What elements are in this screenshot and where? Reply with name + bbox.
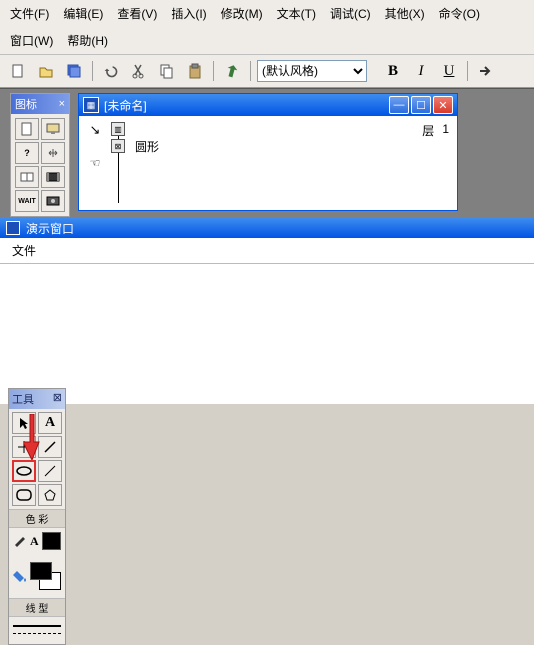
maximize-button[interactable]: ☐ [411, 96, 431, 114]
fill-color-swatch[interactable] [30, 562, 52, 580]
document-icon: ▦ [83, 97, 99, 113]
menubar: 文件(F) 编辑(E) 查看(V) 插入(I) 修改(M) 文本(T) 调试(C… [0, 0, 534, 55]
demo-canvas [0, 264, 534, 404]
paste-icon[interactable] [183, 59, 207, 83]
demo-title: 演示窗口 [26, 220, 74, 237]
undo-icon[interactable] [99, 59, 123, 83]
bold-button[interactable]: B [381, 59, 405, 83]
workspace: 图标 × ? WAIT ▦ [未命名] — ☐ ✕ ↘ [0, 88, 534, 218]
minimize-button[interactable]: — [389, 96, 409, 114]
tools-title-text: 工具 [12, 391, 34, 407]
menu-debug[interactable]: 调试(C) [326, 3, 375, 24]
separator [92, 61, 93, 81]
panel-btn-wait-icon[interactable]: WAIT [15, 190, 39, 212]
polygon-tool[interactable] [38, 484, 62, 506]
icon-panel-titlebar[interactable]: 图标 × [11, 94, 69, 114]
panel-btn-display-icon[interactable] [41, 118, 65, 140]
tools-titlebar[interactable]: 工具 ⊠ [9, 389, 65, 409]
layer-indicator: 层 1 [422, 122, 449, 139]
arrow-right-icon[interactable] [474, 59, 498, 83]
menu-edit[interactable]: 编辑(E) [59, 3, 107, 24]
document-title: [未命名] [104, 97, 389, 114]
layer-number: 1 [442, 122, 449, 139]
new-icon[interactable] [6, 59, 30, 83]
menu-file[interactable]: 文件(F) [6, 3, 53, 24]
icon-panel-title-text: 图标 [15, 96, 37, 112]
panel-close-icon[interactable]: × [59, 98, 65, 110]
line-section-label: 线 型 [9, 598, 65, 617]
flow-line [118, 153, 119, 203]
layer-label: 层 [422, 122, 434, 139]
panel-btn-doc-icon[interactable] [15, 118, 39, 140]
flow-shape-node[interactable]: ⊠ [111, 139, 125, 153]
menu-view[interactable]: 查看(V) [113, 3, 161, 24]
stroke-color-swatch[interactable] [42, 532, 61, 550]
italic-button[interactable]: I [409, 59, 433, 83]
document-body: ↘ ☜ ▥ ⊠ 圆形 层 1 [79, 116, 457, 210]
panel-btn-media-icon[interactable] [41, 190, 65, 212]
panel-btn-arrows-icon[interactable] [41, 142, 65, 164]
demo-window: 演示窗口 文件 [0, 218, 534, 404]
close-button[interactable]: ✕ [433, 96, 453, 114]
run-icon[interactable] [220, 59, 244, 83]
save-all-icon[interactable] [62, 59, 86, 83]
menu-insert[interactable]: 插入(I) [167, 3, 210, 24]
icon-panel: 图标 × ? WAIT [10, 93, 70, 217]
style-select[interactable]: (默认风格) [257, 60, 367, 82]
underline-button[interactable]: U [437, 59, 461, 83]
pointer-tool[interactable] [12, 412, 36, 434]
demo-icon [6, 221, 20, 235]
crosshair-tool[interactable] [12, 436, 36, 458]
document-window: ▦ [未命名] — ☐ ✕ ↘ ☜ ▥ ⊠ 圆形 层 1 [78, 93, 458, 211]
shape-label: 圆形 [135, 138, 159, 155]
hand-icon[interactable]: ☜ [90, 156, 101, 170]
demo-menu-file[interactable]: 文件 [8, 242, 40, 260]
menu-other[interactable]: 其他(X) [381, 3, 429, 24]
rounded-rect-tool[interactable] [12, 484, 36, 506]
demo-titlebar[interactable]: 演示窗口 [0, 218, 534, 238]
flow-start-node[interactable]: ▥ [111, 122, 125, 136]
tools-close-icon[interactable]: ⊠ [53, 391, 62, 407]
tools-panel: 工具 ⊠ A 色 彩 A 线 型 [8, 388, 66, 645]
menu-modify[interactable]: 修改(M) [217, 3, 267, 24]
text-tool[interactable]: A [38, 412, 62, 434]
cut-icon[interactable] [127, 59, 151, 83]
document-titlebar[interactable]: ▦ [未命名] — ☐ ✕ [79, 94, 457, 116]
ellipse-tool[interactable] [12, 460, 36, 482]
menu-help[interactable]: 帮助(H) [63, 30, 112, 51]
menu-command[interactable]: 命令(O) [435, 3, 484, 24]
bucket-icon[interactable] [13, 568, 27, 585]
dashed-line-sample-icon [13, 633, 61, 634]
separator [467, 61, 468, 81]
separator [250, 61, 251, 81]
panel-btn-film-icon[interactable] [41, 166, 65, 188]
line-tool[interactable] [38, 460, 62, 482]
demo-menubar: 文件 [0, 238, 534, 264]
open-icon[interactable] [34, 59, 58, 83]
copy-icon[interactable] [155, 59, 179, 83]
menu-text[interactable]: 文本(T) [273, 3, 320, 24]
pointer-icon[interactable]: ↘ [90, 122, 101, 138]
panel-btn-question-icon[interactable]: ? [15, 142, 39, 164]
panel-btn-group-icon[interactable] [15, 166, 39, 188]
menu-window[interactable]: 窗口(W) [6, 30, 57, 51]
toolbar: (默认风格) B I U [0, 55, 534, 88]
diagonal-line-tool[interactable] [38, 436, 62, 458]
color-section-label: 色 彩 [9, 509, 65, 528]
text-color-icon[interactable]: A [30, 534, 39, 549]
line-sample-icon [13, 625, 61, 627]
separator [213, 61, 214, 81]
pencil-icon[interactable] [13, 533, 27, 550]
